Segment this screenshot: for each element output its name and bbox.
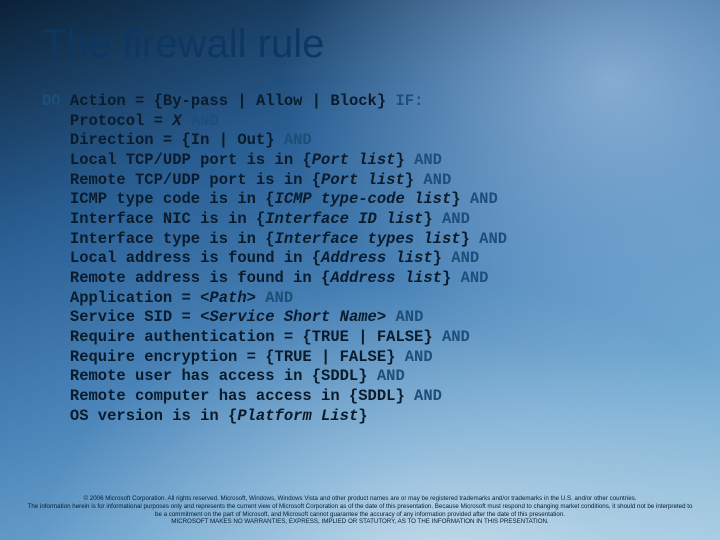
var: Port list	[321, 171, 405, 189]
txt: >	[247, 289, 266, 307]
var: Port list	[312, 151, 396, 169]
code-line: Application = <Path> AND	[42, 289, 507, 309]
code-line: Local TCP/UDP port is in {Port list} AND	[42, 151, 507, 171]
txt: }	[423, 210, 442, 228]
kw-and: AND	[479, 230, 507, 248]
footer-line: © 2006 Microsoft Corporation. All rights…	[26, 495, 694, 503]
kw-and: AND	[414, 387, 442, 405]
txt: }	[433, 249, 452, 267]
code-line: Require authentication = {TRUE | FALSE} …	[42, 328, 507, 348]
txt: Protocol =	[70, 112, 172, 130]
txt: }	[395, 151, 414, 169]
kw-and: AND	[423, 171, 451, 189]
var: Address list	[321, 249, 433, 267]
var: Address list	[330, 269, 442, 287]
txt: Application = <	[70, 289, 210, 307]
code-line: Remote user has access in {SDDL} AND	[42, 367, 507, 387]
txt: ICMP type code is in {	[70, 190, 275, 208]
txt: Remote TCP/UDP port is in {	[70, 171, 321, 189]
kw-and: AND	[395, 308, 423, 326]
code-line: Protocol = X AND	[42, 112, 507, 132]
code-line: Remote address is found in {Address list…	[42, 269, 507, 289]
rule-code-block: DO Action = {By-pass | Allow | Block} IF…	[42, 92, 507, 426]
slide-title: The firewall rule	[42, 22, 324, 67]
txt: Interface type is in {	[70, 230, 275, 248]
var: Interface types list	[275, 230, 461, 248]
code-line: Direction = {In | Out} AND	[42, 131, 507, 151]
txt: Action = {By-pass | Allow | Block}	[61, 92, 396, 110]
kw-and: AND	[405, 348, 433, 366]
footer-line: The information herein is for informatio…	[26, 503, 694, 519]
code-line: Service SID = <Service Short Name> AND	[42, 308, 507, 328]
code-line: Interface NIC is in {Interface ID list} …	[42, 210, 507, 230]
kw-and: AND	[377, 367, 405, 385]
kw-and: AND	[470, 190, 498, 208]
code-line: OS version is in {Platform List}	[42, 407, 507, 427]
txt: Require encryption = {TRUE | FALSE}	[70, 348, 405, 366]
code-line: DO Action = {By-pass | Allow | Block} IF…	[42, 92, 507, 112]
code-line: Remote computer has access in {SDDL} AND	[42, 387, 507, 407]
txt: Direction = {In | Out}	[70, 131, 284, 149]
kw-and: AND	[265, 289, 293, 307]
legal-footer: © 2006 Microsoft Corporation. All rights…	[0, 495, 720, 526]
var: Path	[209, 289, 246, 307]
code-line: Remote TCP/UDP port is in {Port list} AN…	[42, 171, 507, 191]
kw-if: IF:	[395, 92, 423, 110]
txt: Remote user has access in {SDDL}	[70, 367, 377, 385]
txt: Interface NIC is in {	[70, 210, 265, 228]
kw-and: AND	[461, 269, 489, 287]
kw-and: AND	[191, 112, 219, 130]
txt: }	[358, 407, 367, 425]
txt: Service SID = <	[70, 308, 210, 326]
code-line: Local address is found in {Address list}…	[42, 249, 507, 269]
var: Service Short Name	[209, 308, 376, 326]
txt: Local address is found in {	[70, 249, 321, 267]
kw-and: AND	[451, 249, 479, 267]
kw-and: AND	[284, 131, 312, 149]
txt: }	[461, 230, 480, 248]
var: Platform List	[237, 407, 358, 425]
var: ICMP type-code list	[275, 190, 452, 208]
kw-and: AND	[414, 151, 442, 169]
txt: Remote address is found in {	[70, 269, 330, 287]
txt: >	[377, 308, 396, 326]
code-line: Require encryption = {TRUE | FALSE} AND	[42, 348, 507, 368]
txt: }	[451, 190, 470, 208]
txt: OS version is in {	[70, 407, 237, 425]
slide: The firewall rule DO Action = {By-pass |…	[0, 0, 720, 540]
txt: Remote computer has access in {SDDL}	[70, 387, 414, 405]
kw-do: DO	[42, 92, 61, 110]
kw-and: AND	[442, 210, 470, 228]
code-line: Interface type is in {Interface types li…	[42, 230, 507, 250]
txt: }	[442, 269, 461, 287]
txt: Require authentication = {TRUE | FALSE}	[70, 328, 442, 346]
code-line: ICMP type code is in {ICMP type-code lis…	[42, 190, 507, 210]
footer-line: MICROSOFT MAKES NO WARRANTIES, EXPRESS, …	[26, 518, 694, 526]
txt: }	[405, 171, 424, 189]
var: Interface ID list	[265, 210, 423, 228]
var: X	[172, 112, 181, 130]
kw-and: AND	[442, 328, 470, 346]
txt: Local TCP/UDP port is in {	[70, 151, 312, 169]
